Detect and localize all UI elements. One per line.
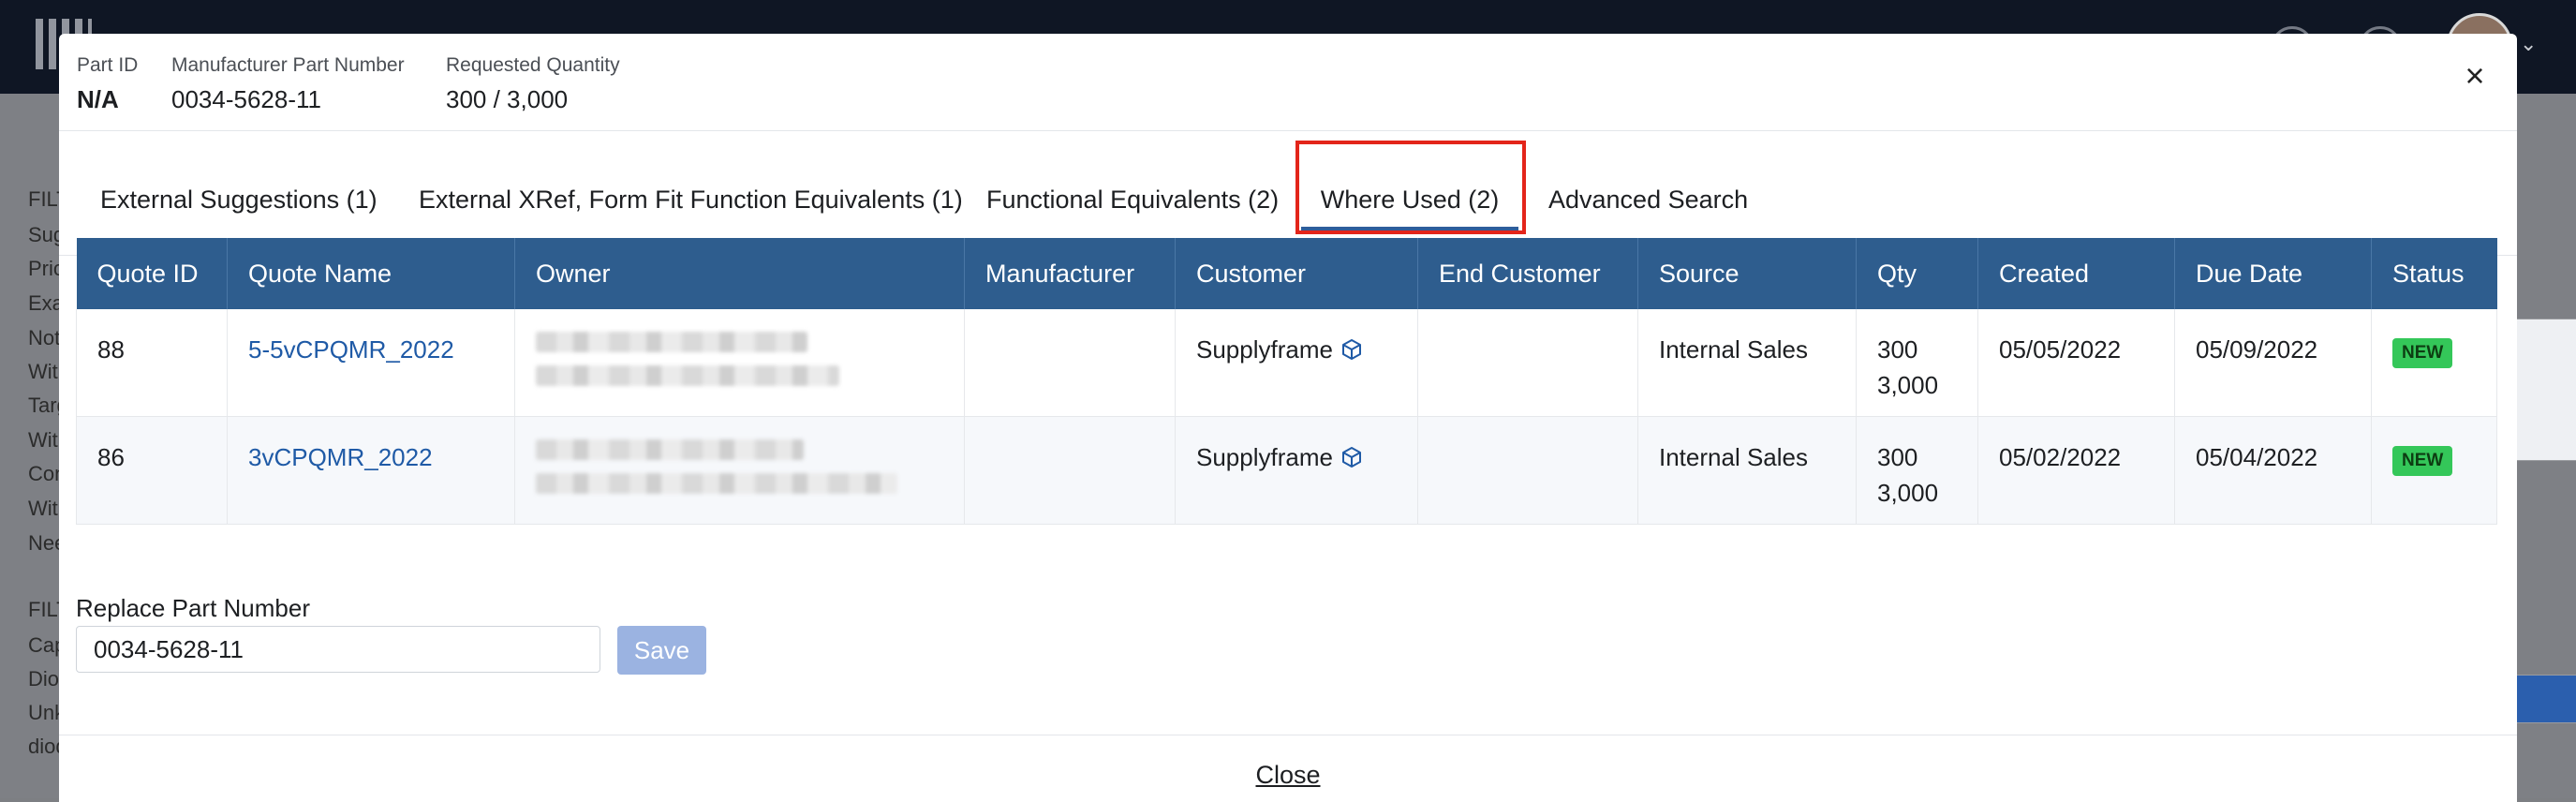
where-used-modal: Part ID N/A Manufacturer Part Number 003… — [59, 34, 2517, 802]
due-date-cell: 05/04/2022 — [2174, 416, 2372, 525]
qty-cell: 300 3,000 — [1856, 309, 1978, 417]
tab-label: External Suggestions (1) — [100, 186, 378, 214]
col-customer[interactable]: Customer — [1175, 238, 1418, 309]
qty-cell: 300 3,000 — [1856, 416, 1978, 525]
redacted-owner-email — [536, 365, 839, 386]
col-source[interactable]: Source — [1637, 238, 1857, 309]
col-status[interactable]: Status — [2371, 238, 2497, 309]
status-badge: NEW — [2392, 338, 2453, 368]
end-customer-cell — [1417, 416, 1638, 525]
part-id-label: Part ID — [77, 54, 139, 76]
right-panel-edge — [2516, 319, 2576, 461]
tab-advanced-search[interactable]: Advanced Search — [1548, 184, 1748, 230]
requested-qty-value: 300 / 3,000 — [446, 85, 569, 113]
where-used-table: Quote ID Quote Name Owner Manufacturer C… — [76, 238, 2497, 525]
highlight-annotation — [1295, 141, 1526, 234]
end-customer-cell — [1417, 309, 1638, 417]
customer-cell: Supplyframe — [1175, 309, 1418, 417]
cube-icon[interactable] — [1340, 334, 1363, 370]
chevron-down-icon[interactable]: ⌄ — [2520, 32, 2537, 56]
replace-part-number-input[interactable] — [76, 626, 600, 673]
table-row: 86 3vCPQMR_2022 Supplyframe Internal Sal… — [76, 416, 2497, 525]
table-header-row: Quote ID Quote Name Owner Manufacturer C… — [76, 238, 2497, 309]
customer-name: Supplyframe — [1196, 335, 1333, 364]
quote-name-link[interactable]: 3vCPQMR_2022 — [248, 443, 433, 471]
cube-icon[interactable] — [1340, 442, 1363, 478]
qty-value: 300 — [1877, 335, 1918, 364]
qty-value: 300 — [1877, 443, 1918, 471]
tab-label: External XRef, Form Fit Function Equival… — [419, 186, 963, 214]
source-cell: Internal Sales — [1637, 416, 1857, 525]
owner-cell — [514, 309, 965, 417]
manufacturer-cell — [964, 309, 1176, 417]
table-row: 88 5-5vCPQMR_2022 Supplyframe Internal S… — [76, 309, 2497, 417]
col-qty[interactable]: Qty — [1856, 238, 1978, 309]
tab-external-suggestions[interactable]: External Suggestions (1) — [100, 184, 378, 230]
filter-item: Not — [28, 326, 61, 349]
col-end-customer[interactable]: End Customer — [1417, 238, 1638, 309]
due-date-cell: 05/09/2022 — [2174, 309, 2372, 417]
tab-label: Advanced Search — [1548, 186, 1749, 214]
part-id-value: N/A — [77, 85, 119, 113]
redacted-owner-email — [536, 473, 897, 494]
manufacturer-cell — [964, 416, 1176, 525]
requested-qty-block: Requested Quantity 300 / 3,000 — [446, 52, 620, 118]
tab-label: Functional Equivalents (2) — [986, 186, 1280, 214]
customer-name: Supplyframe — [1196, 443, 1333, 471]
part-id-block: Part ID N/A — [77, 52, 138, 118]
requested-qty-label: Requested Quantity — [446, 54, 620, 76]
source-cell: Internal Sales — [1637, 309, 1857, 417]
redacted-owner-name — [536, 439, 804, 460]
owner-cell — [514, 416, 965, 525]
quote-id-cell: 86 — [76, 416, 228, 525]
modal-header: Part ID N/A Manufacturer Part Number 003… — [59, 34, 2517, 131]
quote-id-cell: 88 — [76, 309, 228, 417]
qty-value: 3,000 — [1877, 479, 1939, 507]
close-icon[interactable]: × — [2451, 52, 2498, 99]
close-button[interactable]: Close — [59, 761, 2517, 790]
status-cell: NEW — [2371, 309, 2497, 417]
mpn-block: Manufacturer Part Number 0034-5628-11 — [171, 52, 405, 118]
quote-name-cell: 3vCPQMR_2022 — [227, 416, 515, 525]
mpn-label: Manufacturer Part Number — [171, 54, 405, 76]
quote-name-cell: 5-5vCPQMR_2022 — [227, 309, 515, 417]
redacted-owner-name — [536, 332, 807, 352]
col-quote-name[interactable]: Quote Name — [227, 238, 515, 309]
mpn-value: 0034-5628-11 — [171, 85, 321, 113]
created-cell: 05/02/2022 — [1977, 416, 2175, 525]
tab-functional-equivalents[interactable]: Functional Equivalents (2) — [986, 184, 1279, 230]
save-button[interactable]: Save — [617, 626, 706, 675]
quote-name-link[interactable]: 5-5vCPQMR_2022 — [248, 335, 454, 364]
status-cell: NEW — [2371, 416, 2497, 525]
status-badge: NEW — [2392, 446, 2453, 476]
qty-value: 3,000 — [1877, 371, 1939, 399]
col-created[interactable]: Created — [1977, 238, 2175, 309]
col-quote-id[interactable]: Quote ID — [76, 238, 228, 309]
replace-part-number-label: Replace Part Number — [76, 594, 310, 622]
right-panel-button — [2516, 675, 2576, 723]
col-owner[interactable]: Owner — [514, 238, 965, 309]
created-cell: 05/05/2022 — [1977, 309, 2175, 417]
tab-external-xref[interactable]: External XRef, Form Fit Function Equival… — [419, 184, 963, 230]
col-manufacturer[interactable]: Manufacturer — [964, 238, 1176, 309]
col-due-date[interactable]: Due Date — [2174, 238, 2372, 309]
customer-cell: Supplyframe — [1175, 416, 1418, 525]
